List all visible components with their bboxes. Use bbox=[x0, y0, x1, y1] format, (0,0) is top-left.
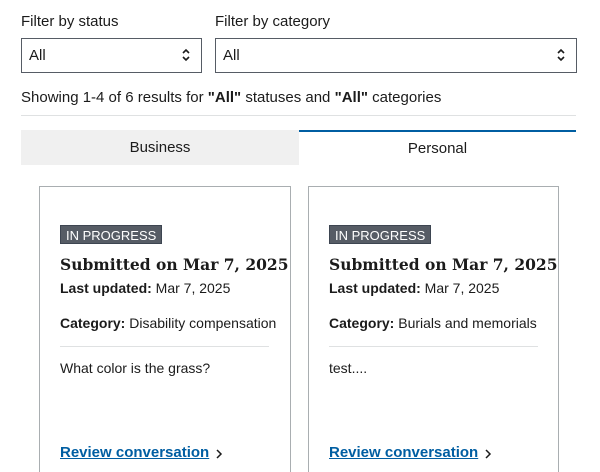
card-title: Submitted on Mar 7, 2025 bbox=[60, 255, 289, 274]
unfold-chevron-icon bbox=[182, 48, 190, 62]
last-updated: Last updated: Mar 7, 2025 bbox=[60, 280, 230, 296]
category-label: Category: bbox=[329, 315, 395, 331]
results-summary-suffix: categories bbox=[367, 89, 442, 106]
category: Category: Burials and memorials bbox=[329, 315, 537, 331]
last-updated-value: Mar 7, 2025 bbox=[151, 280, 231, 296]
category-filter-label: Filter by category bbox=[215, 13, 331, 30]
status-badge: IN PROGRESS bbox=[60, 225, 163, 244]
conversation-card: IN PROGRESS Submitted on Mar 7, 2025 Las… bbox=[39, 186, 291, 472]
tab-personal[interactable]: Personal bbox=[299, 130, 576, 165]
question-text: What color is the grass? bbox=[60, 360, 211, 376]
status-filter-select[interactable]: All bbox=[21, 38, 202, 73]
card-title: Submitted on Mar 7, 2025 bbox=[329, 255, 558, 274]
status-filter-value: All bbox=[29, 47, 46, 64]
results-summary-middle: statuses and bbox=[241, 89, 335, 106]
results-summary: Showing 1-4 of 6 results for "All" statu… bbox=[21, 89, 441, 106]
review-conversation-link[interactable]: Review conversation bbox=[60, 444, 209, 461]
conversation-card: IN PROGRESS Submitted on Mar 7, 2025 Las… bbox=[308, 186, 559, 472]
category-filter-select[interactable]: All bbox=[215, 38, 577, 73]
card-divider bbox=[60, 346, 269, 347]
question-text: test.... bbox=[329, 360, 368, 376]
last-updated-label: Last updated: bbox=[329, 280, 421, 296]
chevron-right-icon bbox=[216, 449, 223, 459]
status-filter-label: Filter by status bbox=[21, 13, 119, 30]
chevron-right-icon bbox=[485, 449, 492, 459]
category-value: Burials and memorials bbox=[394, 315, 537, 331]
last-updated-label: Last updated: bbox=[60, 280, 152, 296]
category-value: Disability compensation bbox=[125, 315, 277, 331]
status-badge: IN PROGRESS bbox=[329, 225, 432, 244]
unfold-chevron-icon bbox=[557, 48, 565, 62]
last-updated-value: Mar 7, 2025 bbox=[420, 280, 500, 296]
category-filter-value: All bbox=[223, 47, 240, 64]
results-status-value: "All" bbox=[207, 89, 242, 106]
results-divider bbox=[21, 115, 576, 116]
tab-business[interactable]: Business bbox=[21, 130, 299, 165]
results-category-value: "All" bbox=[334, 89, 368, 106]
category: Category: Disability compensation bbox=[60, 315, 276, 331]
category-label: Category: bbox=[60, 315, 126, 331]
review-conversation-link[interactable]: Review conversation bbox=[329, 444, 478, 461]
card-divider bbox=[329, 346, 538, 347]
last-updated: Last updated: Mar 7, 2025 bbox=[329, 280, 499, 296]
results-summary-prefix: Showing 1-4 of 6 results for bbox=[21, 89, 208, 106]
